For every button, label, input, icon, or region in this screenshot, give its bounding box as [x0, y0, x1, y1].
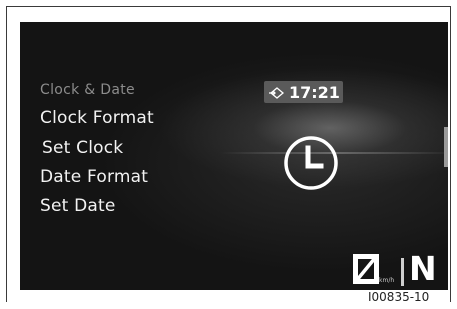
menu-title: Clock & Date	[40, 82, 135, 98]
menu-item-set-clock[interactable]: Set Clock	[42, 138, 123, 158]
gear-indicator: N	[409, 249, 437, 288]
document-frame-right	[450, 6, 451, 302]
dashboard-display: Clock & Date Clock Format Set Clock Date…	[20, 22, 448, 290]
menu-item-set-date[interactable]: Set Date	[40, 196, 116, 216]
menu-item-date-format[interactable]: Date Format	[40, 167, 148, 187]
document-frame-left	[6, 6, 7, 302]
speed-unit: km/h	[379, 277, 395, 284]
time-badge: 17:21	[264, 81, 343, 103]
figure-reference: I00835-10	[368, 290, 430, 304]
menu-item-clock-format[interactable]: Clock Format	[40, 108, 154, 128]
time-text: 17:21	[289, 82, 340, 102]
clock-sync-icon	[268, 85, 286, 99]
document-frame-top	[6, 6, 451, 7]
speed-value	[353, 254, 379, 284]
speed-gear-separator	[401, 258, 404, 286]
clock-icon	[282, 134, 340, 192]
screen-edge-highlight	[444, 127, 448, 167]
